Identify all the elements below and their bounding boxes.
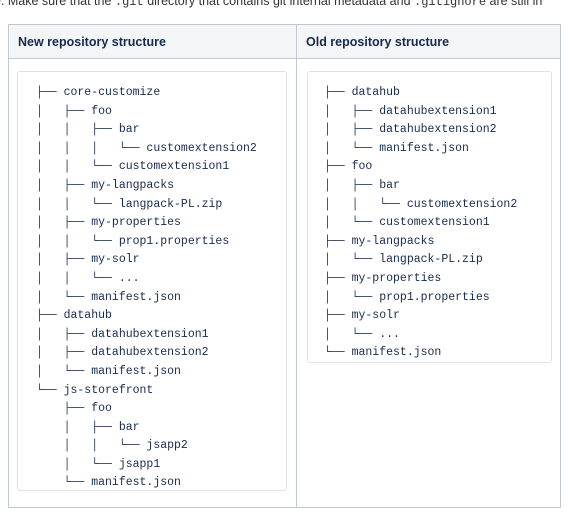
intro-suffix: are still in [486,0,543,8]
tree-line: │ ├── my-langpacks [36,178,175,192]
tree-line: ├── foo [63,402,112,416]
tree-line: │ ├── my-properties [36,216,181,230]
gitignore-code: .gitignore [414,0,487,9]
tree-line: ├── datahub [36,309,112,323]
intro-text: e. Make sure that the .git directory tha… [0,0,542,10]
tree-line: │ └── prop1.properties [324,290,490,304]
tree-line: │ ├── datahubextension2 [36,346,209,360]
tree-line: │ └── customextension1 [324,216,490,230]
structure-table: New repository structure ├── core-custom… [8,24,561,508]
tree-line: │ │ └── ... [36,271,140,285]
tree-line: ├── my-langpacks [324,234,435,248]
tree-line: ├── foo [324,160,373,174]
tree-line: │ │ └── langpack-PL.zip [36,197,223,211]
tree-line: ├── my-solr [324,309,400,323]
tree-line: │ │ └── customextension1 [36,160,230,174]
tree-line: ├── core-customize [36,86,161,99]
old-structure-header: Old repository structure [297,25,560,59]
tree-line: └── js-storefront [36,383,154,397]
intro-prefix: e. Make sure that the [0,0,115,8]
new-structure-tree: ├── core-customize │ ├── foo │ │ ├── bar… [18,72,286,493]
old-structure-tree: ├── datahub │ ├── datahubextension1 │ ├─… [308,72,551,363]
new-structure-column: New repository structure ├── core-custom… [9,25,297,507]
tree-line: │ │ └── jsapp2 [63,439,188,453]
tree-line: └── manifest.json [36,476,181,490]
tree-line: │ │ ├── bar [36,123,140,137]
tree-line: │ ├── bar [63,420,140,434]
tree-line: │ ├── bar [324,178,400,192]
tree-line: ├── my-properties [324,271,442,285]
old-structure-column: Old repository structure ├── datahub │ ├… [297,25,560,507]
tree-line: │ │ │ └── customextension2 [36,141,257,155]
tree-line: │ └── manifest.json [324,141,469,155]
git-dir-code: .git [114,0,144,9]
tree-line: └── manifest.json [324,346,442,360]
tree-line: │ │ └── customextension2 [324,197,518,211]
tree-line: │ ├── my-solr [36,253,140,267]
tree-line: │ └── jsapp1 [63,457,161,471]
tree-line: │ ├── datahubextension2 [324,123,497,137]
tree-line: ├── datahub [324,86,400,99]
tree-line: │ └── ... [324,327,400,341]
tree-line: │ └── manifest.json [36,290,181,304]
intro-middle: directory that contains git internal met… [143,0,415,8]
tree-line: │ ├── datahubextension1 [324,104,497,118]
tree-line: │ ├── datahubextension1 [36,327,209,341]
new-structure-code-block: ├── core-customize │ ├── foo │ │ ├── bar… [17,71,287,491]
new-structure-header: New repository structure [9,25,296,59]
tree-line: │ │ └── prop1.properties [36,234,230,248]
tree-line: │ ├── foo [36,104,112,118]
old-structure-code-block: ├── datahub │ ├── datahubextension1 │ ├─… [307,71,552,363]
tree-line: │ └── manifest.json [36,364,181,378]
tree-line: │ └── langpack-PL.zip [324,253,483,267]
